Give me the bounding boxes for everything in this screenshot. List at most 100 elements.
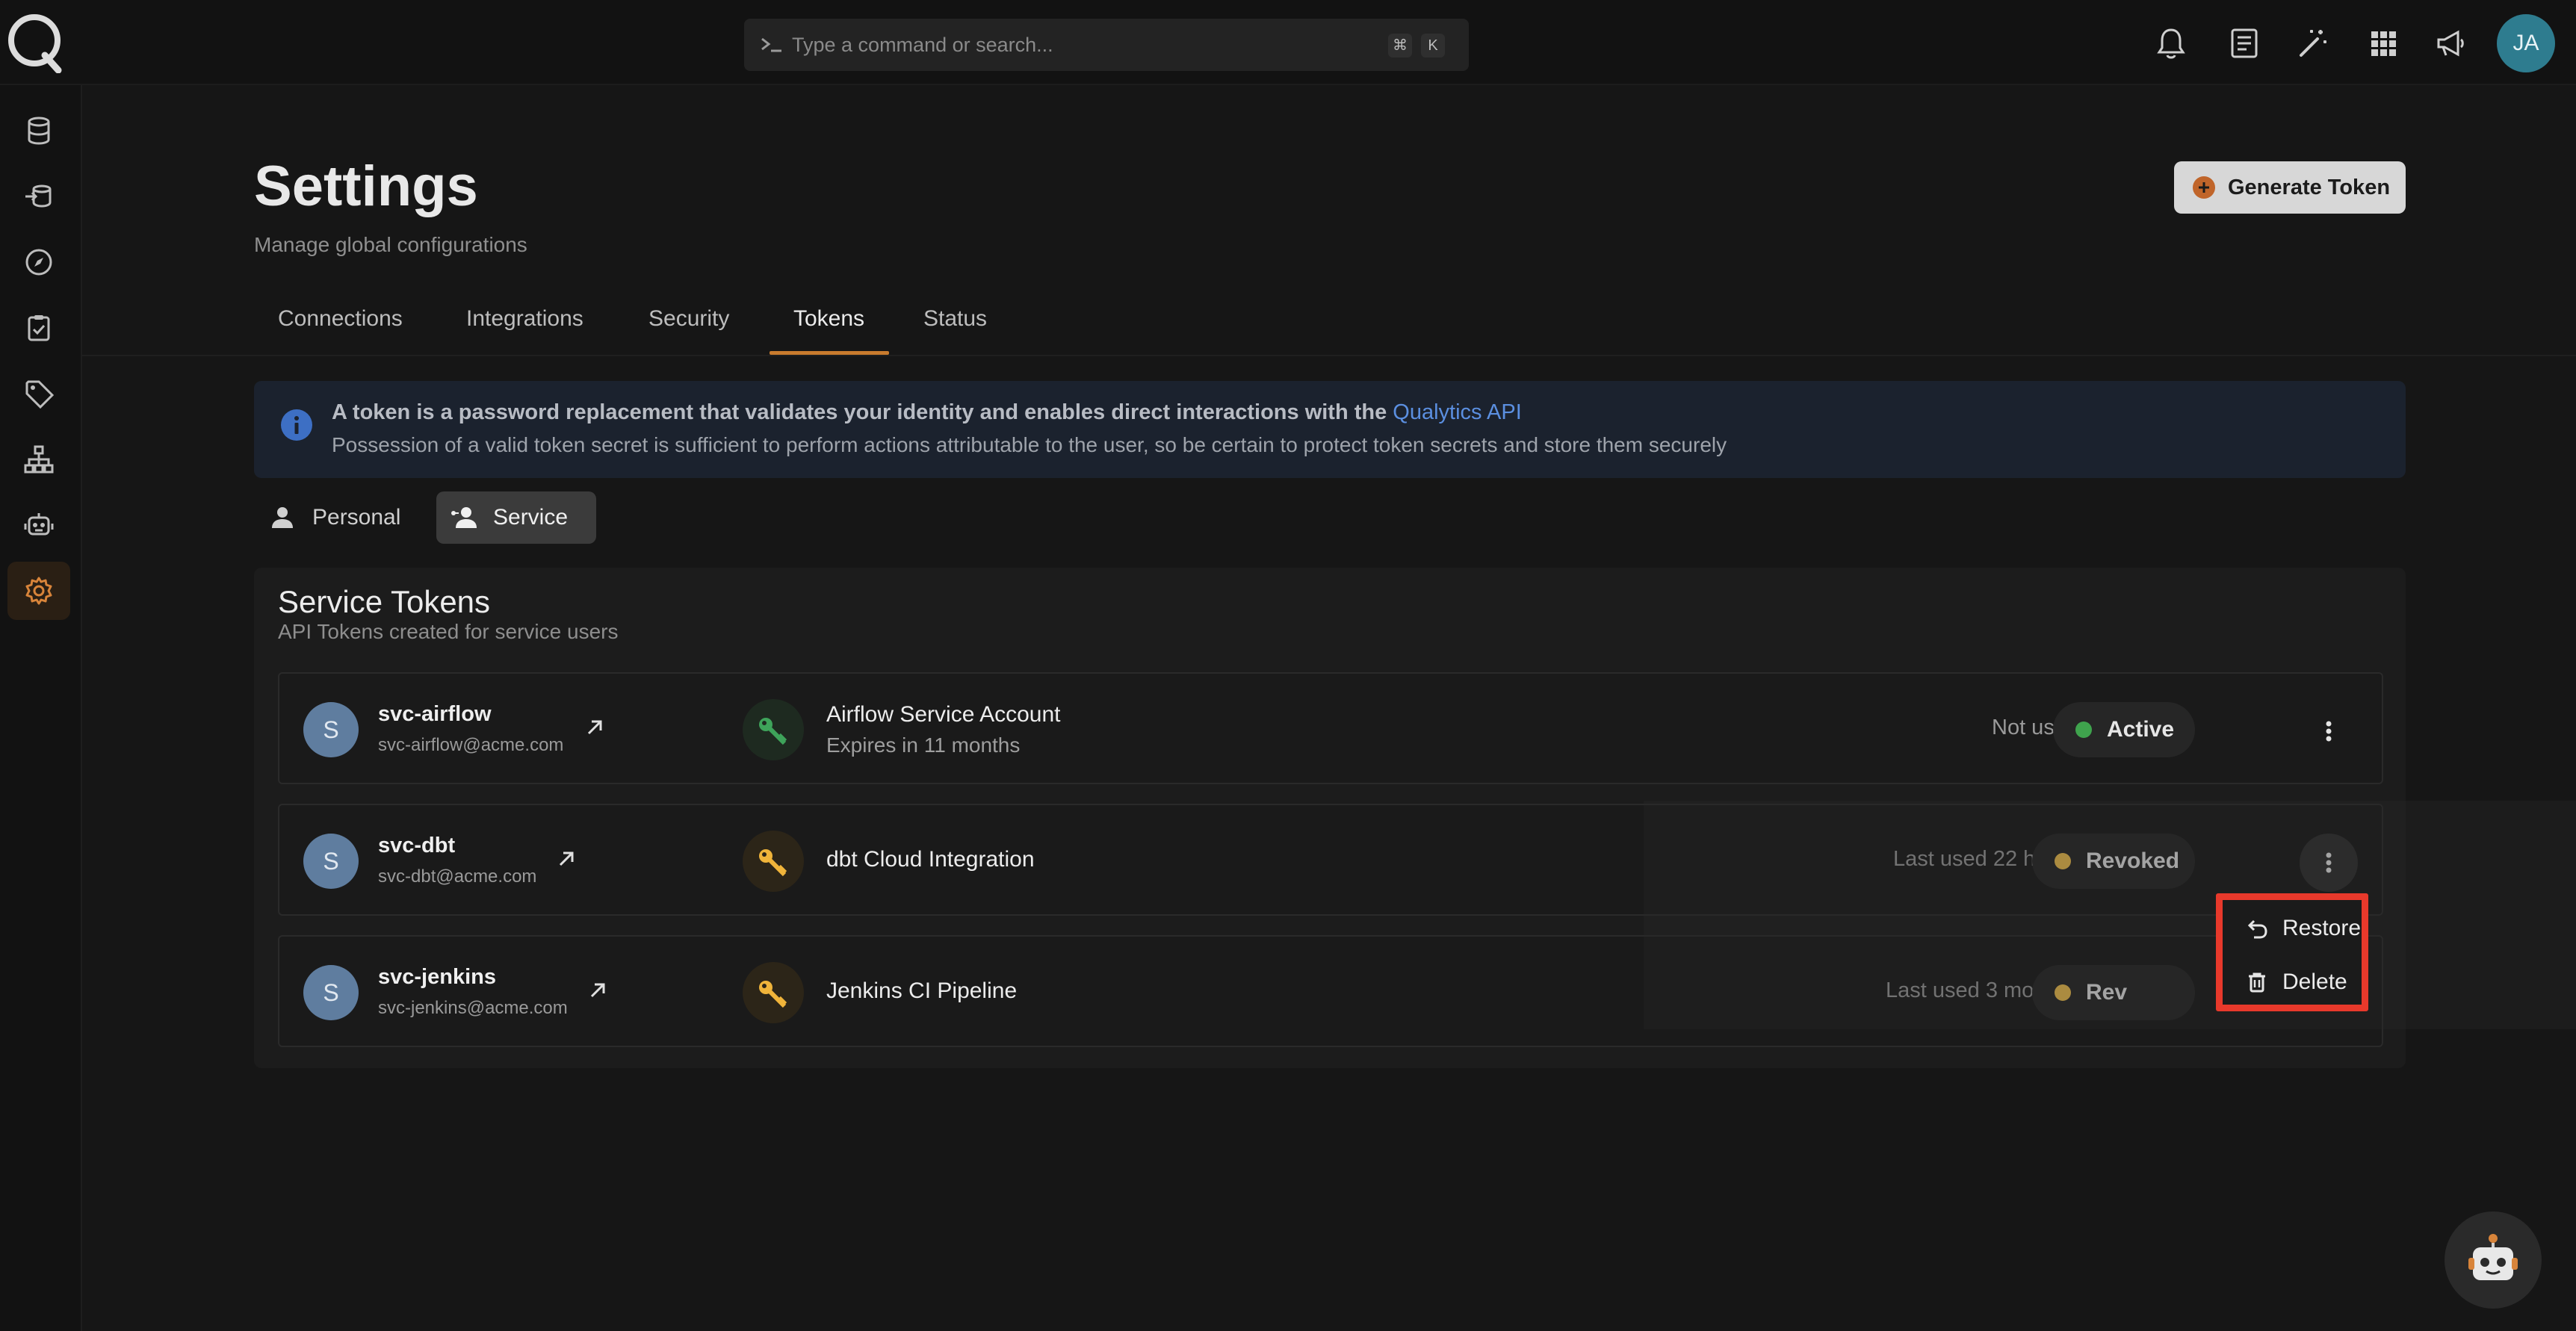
personal-tokens-toggle[interactable]: Personal <box>261 491 411 544</box>
avatar: S <box>303 834 359 889</box>
robot-icon <box>24 513 54 536</box>
magic-wand-icon[interactable] <box>2295 25 2331 61</box>
service-tokens-subtitle: API Tokens created for service users <box>278 620 619 643</box>
service-tokens-toggle[interactable]: Service <box>436 491 596 544</box>
bell-icon[interactable] <box>2153 25 2189 61</box>
qualytics-logo[interactable] <box>6 12 64 73</box>
active-tab-indicator <box>770 351 889 355</box>
generate-token-button[interactable]: Generate Token <box>2174 161 2406 214</box>
status-dot <box>2055 984 2071 1001</box>
assistant-bot-button[interactable] <box>2445 1211 2542 1309</box>
status-badge: Active <box>2053 702 2195 757</box>
token-name: Airflow Service Account <box>826 702 1061 727</box>
tab-connections[interactable]: Connections <box>278 306 403 332</box>
status-dot <box>2075 722 2092 738</box>
compass-icon <box>25 249 52 276</box>
sources-icon <box>25 184 52 208</box>
row-actions-button[interactable] <box>2300 834 2358 892</box>
apps-grid-icon[interactable] <box>2365 25 2401 61</box>
sidebar <box>0 85 82 1331</box>
key-badge <box>743 831 804 892</box>
info-icon <box>281 409 312 441</box>
terminal-prompt-icon <box>761 37 781 52</box>
sidebar-item-datastores[interactable] <box>7 102 70 160</box>
token-name: Jenkins CI Pipeline <box>826 978 1018 1003</box>
page-subtitle: Manage global configurations <box>254 233 527 256</box>
tab-integrations[interactable]: Integrations <box>466 306 583 332</box>
service-toggle-label: Service <box>493 505 569 530</box>
avatar: S <box>303 965 359 1020</box>
key-badge <box>743 699 804 760</box>
service-user-name: svc-dbt <box>378 834 456 857</box>
service-account-icon <box>451 507 477 528</box>
gear-icon <box>25 577 52 605</box>
tabs-divider <box>82 355 2576 356</box>
user-avatar[interactable]: JA <box>2497 14 2555 72</box>
token-row: S svc-jenkins svc-jenkins@acme.com Jenki… <box>278 935 2383 1047</box>
key-icon <box>759 981 787 1008</box>
row-actions-menu: Restore Delete <box>2216 893 2368 1011</box>
tag-icon <box>25 380 55 409</box>
open-external-icon[interactable] <box>554 847 578 871</box>
tab-tokens[interactable]: Tokens <box>793 306 864 332</box>
status-label: Rev <box>2086 980 2128 1005</box>
token-info-banner: A token is a password replacement that v… <box>254 381 2406 478</box>
status-badge: Revoked <box>2032 834 2195 889</box>
checklist-icon <box>28 315 50 341</box>
command-search-bar[interactable]: Type a command or search... ⌘ K <box>744 19 1469 71</box>
key-icon <box>759 849 787 877</box>
kbd-cmd-key: ⌘ <box>1388 34 1412 58</box>
token-row: S svc-dbt svc-dbt@acme.com dbt Cloud Int… <box>278 804 2383 916</box>
restore-label: Restore <box>2282 916 2362 940</box>
undo-icon <box>2247 919 2267 939</box>
top-bar: Type a command or search... ⌘ K JA <box>0 0 2576 85</box>
open-external-icon[interactable] <box>586 978 610 1002</box>
tab-security[interactable]: Security <box>648 306 729 332</box>
open-external-icon[interactable] <box>583 716 607 739</box>
more-vertical-icon <box>2326 721 2332 742</box>
service-tokens-card: Service Tokens API Tokens created for se… <box>254 568 2406 1068</box>
generate-token-label: Generate Token <box>2228 175 2391 199</box>
kbd-k-key: K <box>1421 34 1445 58</box>
qualytics-api-link[interactable]: Qualytics API <box>1393 400 1521 424</box>
row-actions-button[interactable] <box>2300 702 2358 760</box>
token-name: dbt Cloud Integration <box>826 847 1035 872</box>
restore-menu-item[interactable]: Restore <box>2223 905 2362 952</box>
info-line-1: A token is a password replacement that v… <box>332 400 1522 425</box>
page-title: Settings <box>254 155 478 218</box>
sidebar-item-sources[interactable] <box>7 167 70 226</box>
key-badge <box>743 962 804 1023</box>
tab-status[interactable]: Status <box>923 306 987 332</box>
avatar: S <box>303 702 359 757</box>
service-user-email: svc-jenkins@acme.com <box>378 998 568 1018</box>
status-badge: Rev <box>2032 965 2195 1020</box>
service-user-name: svc-airflow <box>378 702 492 726</box>
command-search-placeholder: Type a command or search... <box>792 33 1053 56</box>
status-label: Revoked <box>2086 848 2180 873</box>
delete-menu-item[interactable]: Delete <box>2223 958 2362 1006</box>
robot-assistant-icon <box>2468 1234 2518 1280</box>
megaphone-icon[interactable] <box>2433 25 2468 61</box>
delete-label: Delete <box>2282 969 2347 994</box>
person-icon <box>272 507 293 528</box>
sidebar-item-tags[interactable] <box>7 364 70 423</box>
token-row: S svc-airflow svc-airflow@acme.com Airfl… <box>278 672 2383 784</box>
trash-icon <box>2249 972 2265 993</box>
sidebar-item-agents[interactable] <box>7 496 70 554</box>
personal-toggle-label: Personal <box>312 505 401 530</box>
info-line-1-text: A token is a password replacement that v… <box>332 400 1393 424</box>
sidebar-item-checks[interactable] <box>7 299 70 357</box>
service-tokens-title: Service Tokens <box>278 584 491 619</box>
service-user-email: svc-dbt@acme.com <box>378 866 537 887</box>
sidebar-item-settings[interactable] <box>7 562 70 620</box>
status-dot <box>2055 853 2071 869</box>
hierarchy-icon <box>24 445 54 474</box>
service-user-name: svc-jenkins <box>378 965 496 989</box>
more-vertical-icon <box>2326 852 2332 873</box>
database-icon <box>28 117 50 145</box>
notes-icon[interactable] <box>2226 25 2262 61</box>
status-label: Active <box>2107 717 2175 742</box>
sidebar-item-explore[interactable] <box>7 233 70 291</box>
sidebar-item-flows[interactable] <box>7 430 70 488</box>
key-icon <box>759 718 787 745</box>
